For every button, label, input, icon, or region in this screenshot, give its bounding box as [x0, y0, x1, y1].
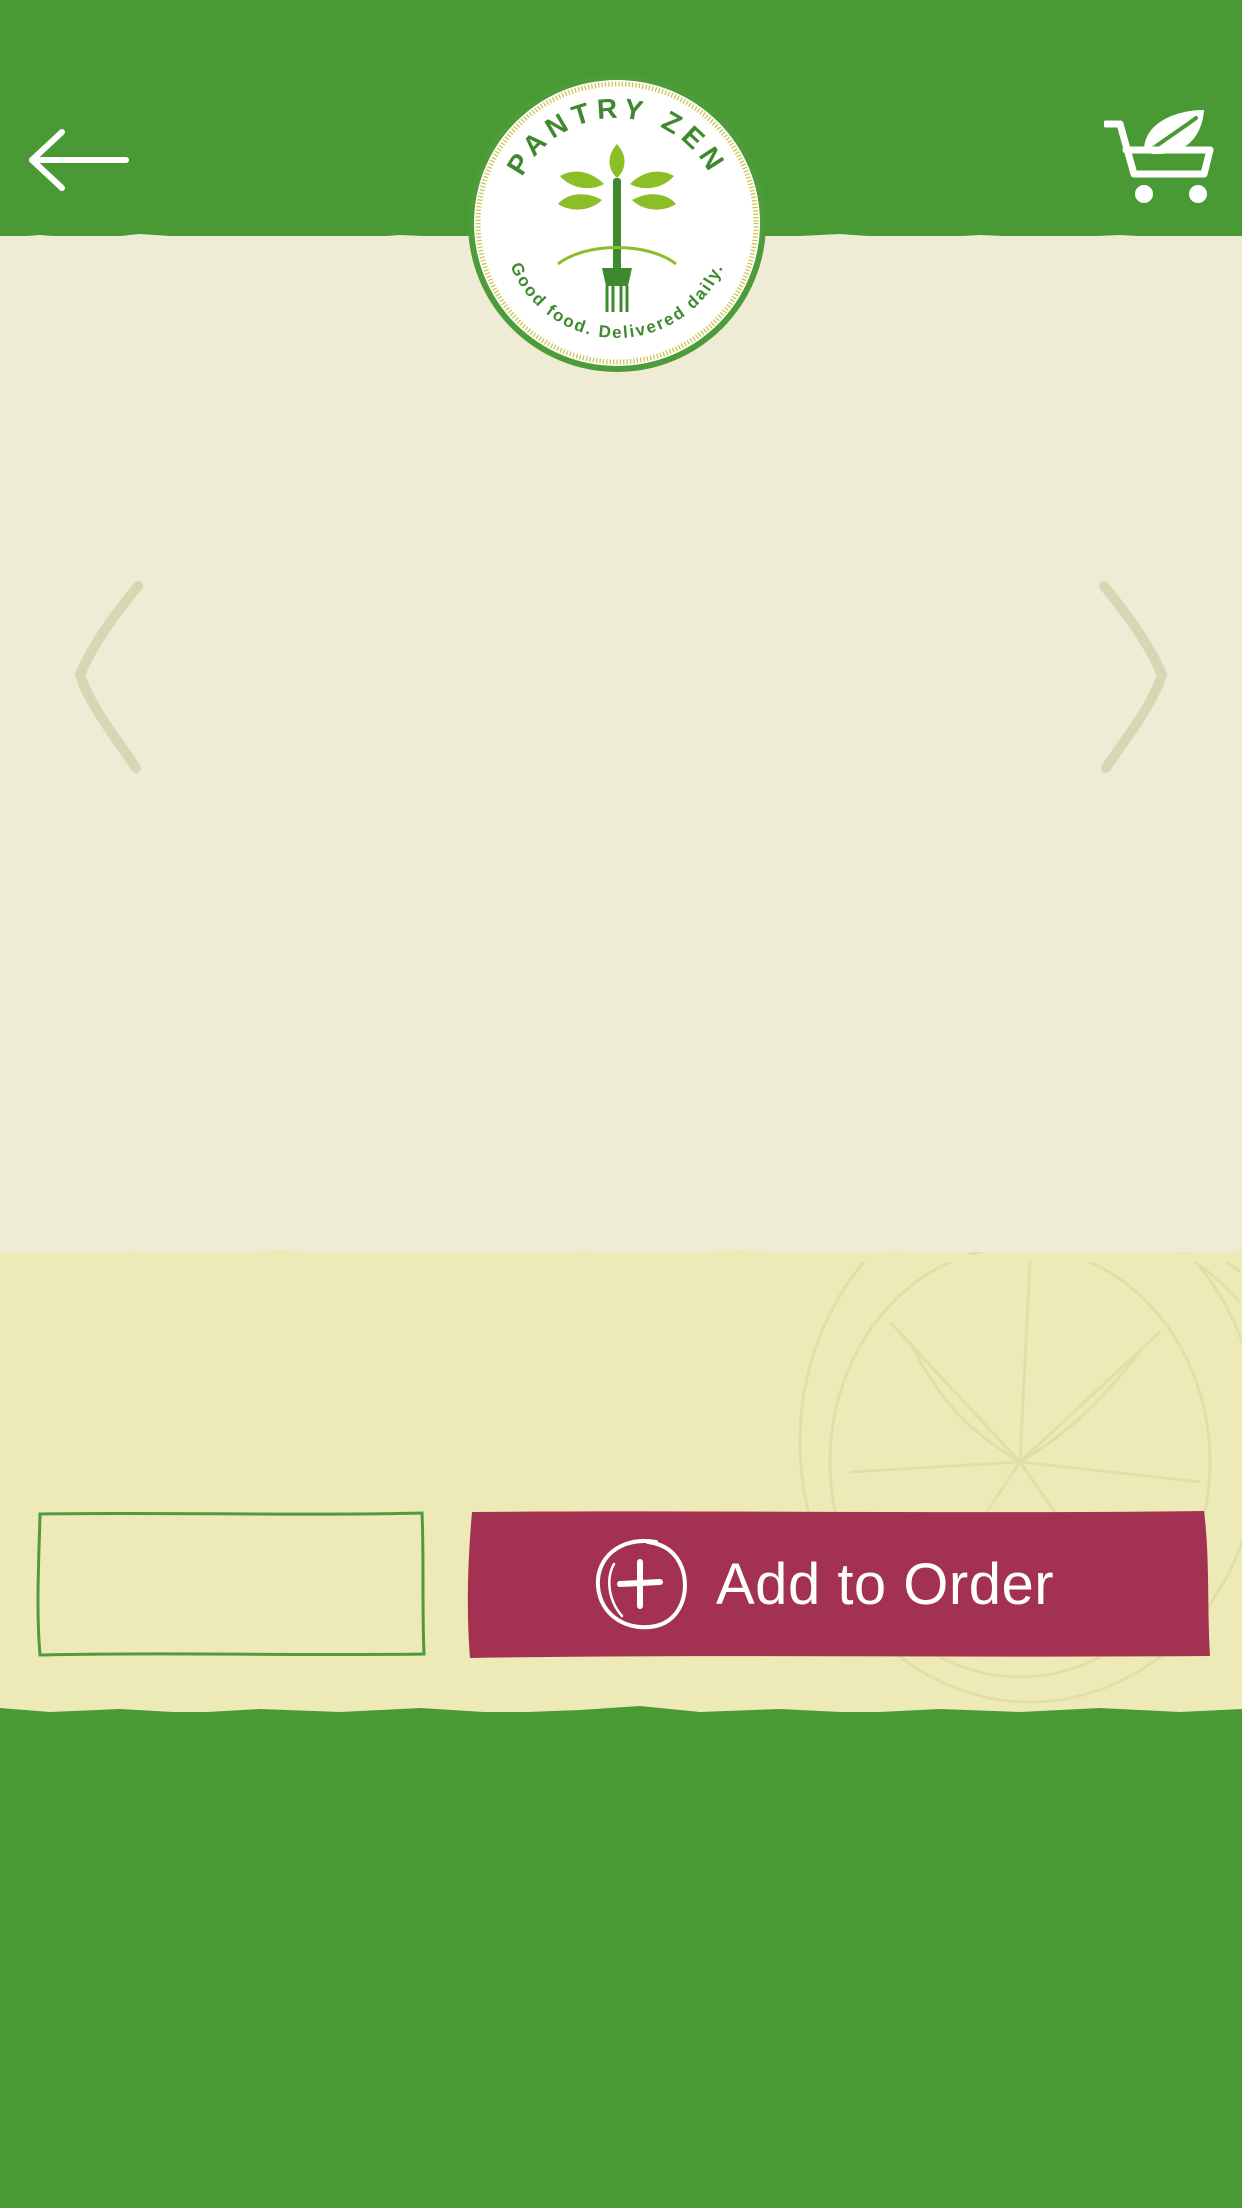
pantry-zen-logo: PANTRY ZEN Good food. Delivered daily. — [466, 72, 768, 374]
torn-edge-bottom — [0, 1706, 1242, 1722]
torn-edge-middle — [0, 1250, 1242, 1262]
plus-circle-icon — [595, 1539, 687, 1630]
arrow-left-icon — [29, 129, 129, 191]
quantity-field[interactable] — [32, 1508, 430, 1660]
chevron-left-icon — [74, 581, 143, 773]
cart-button[interactable] — [1102, 104, 1220, 208]
leaf-cart-icon — [1102, 110, 1214, 203]
back-button[interactable] — [28, 128, 132, 192]
add-to-order-button[interactable]: Add to Order — [462, 1508, 1212, 1660]
footer-band — [0, 1712, 1242, 2208]
chevron-right-icon — [1099, 581, 1168, 773]
quantity-value — [32, 1508, 430, 1660]
previous-image-button[interactable] — [70, 580, 150, 775]
next-image-button[interactable] — [1092, 580, 1172, 775]
product-image-area — [0, 236, 1242, 1256]
brand-logo-emblem: PANTRY ZEN Good food. Delivered daily. — [468, 74, 766, 372]
add-to-order-label: Add to Order — [716, 1551, 1055, 1617]
